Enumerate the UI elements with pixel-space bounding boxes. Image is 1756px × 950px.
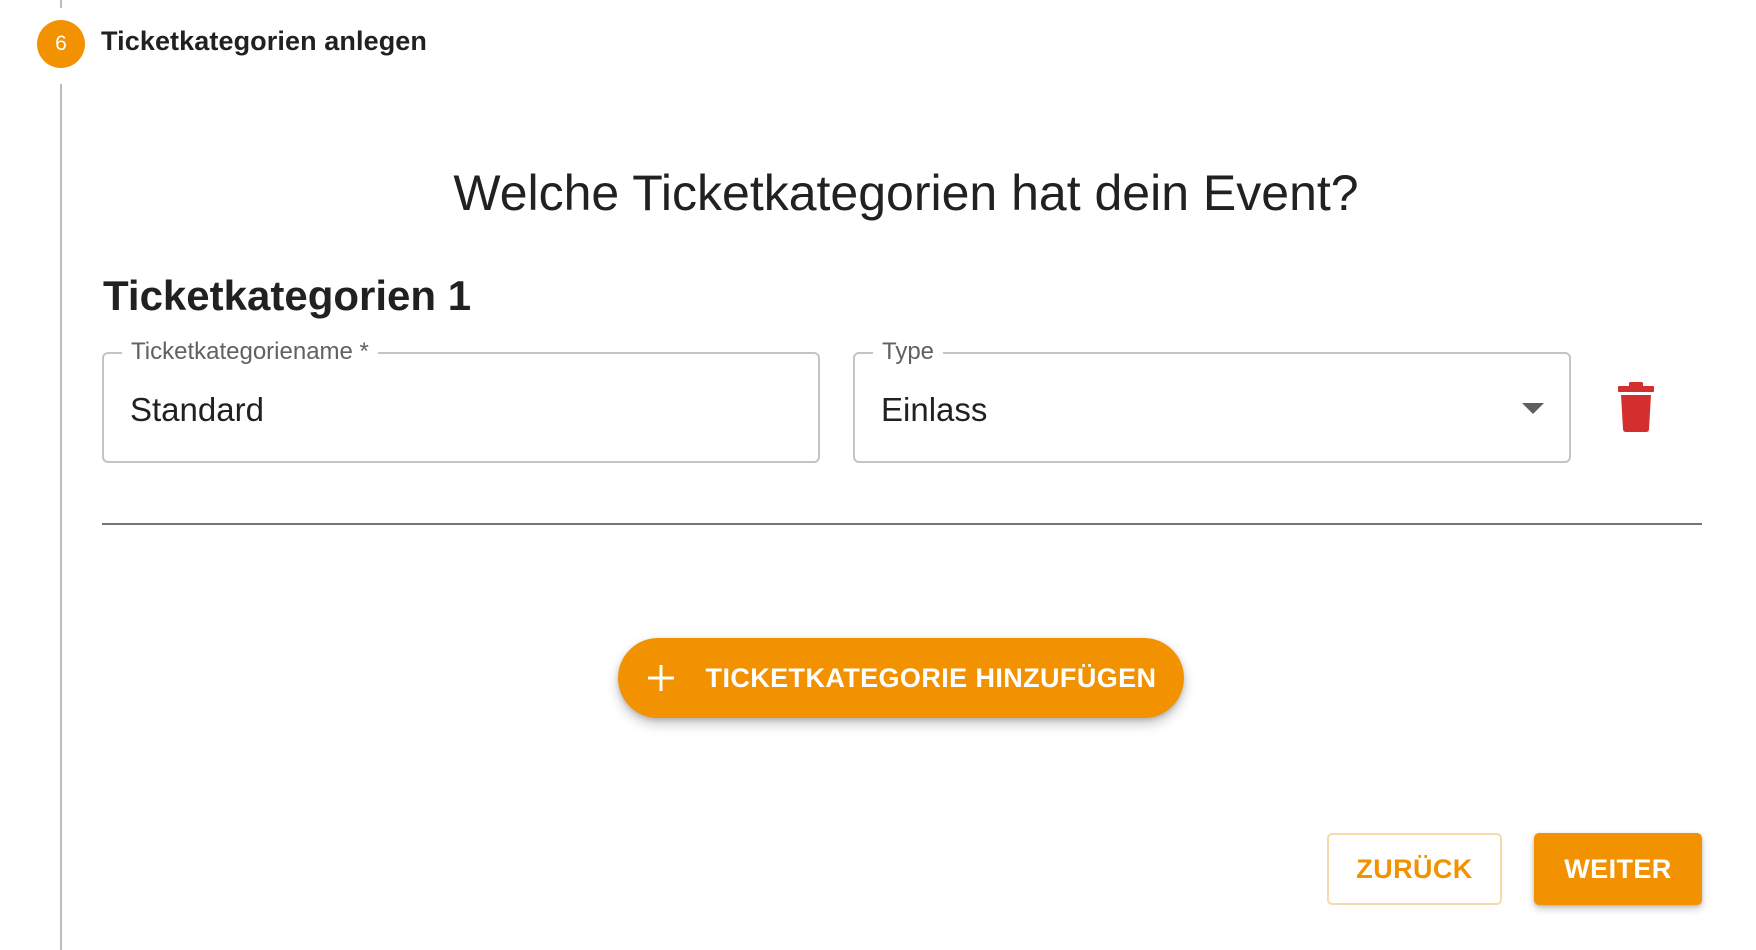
- category-heading: Ticketkategorien 1: [103, 272, 472, 319]
- category-name-label: Ticketkategoriename *: [122, 337, 378, 367]
- trash-icon[interactable]: [1616, 382, 1656, 432]
- section-divider: [102, 523, 1702, 525]
- category-type-label: Type: [873, 337, 944, 367]
- dropdown-arrow-icon[interactable]: [1522, 403, 1544, 414]
- category-type-value[interactable]: Einlass: [881, 390, 1541, 430]
- back-button[interactable]: ZURÜCK: [1327, 833, 1502, 905]
- stepper-page: 6 Ticketkategorien anlegen Welche Ticket…: [0, 0, 1756, 950]
- add-category-label: TICKETKATEGORIE HINZUFÜGEN: [705, 662, 1157, 693]
- next-button[interactable]: WEITER: [1534, 833, 1702, 905]
- stepper-connector-top: [60, 0, 62, 8]
- category-name-field[interactable]: Ticketkategoriename *: [102, 337, 820, 463]
- category-name-input[interactable]: [130, 390, 790, 430]
- step-number-badge[interactable]: 6: [37, 20, 85, 68]
- step-title[interactable]: Ticketkategorien anlegen: [101, 26, 427, 57]
- page-question: Welche Ticketkategorien hat dein Event?: [453, 165, 1359, 221]
- add-category-button[interactable]: TICKETKATEGORIE HINZUFÜGEN: [618, 638, 1184, 718]
- delete-category-button[interactable]: [1616, 382, 1656, 432]
- category-type-select[interactable]: Type Einlass: [853, 337, 1571, 463]
- plus-icon: [647, 665, 674, 691]
